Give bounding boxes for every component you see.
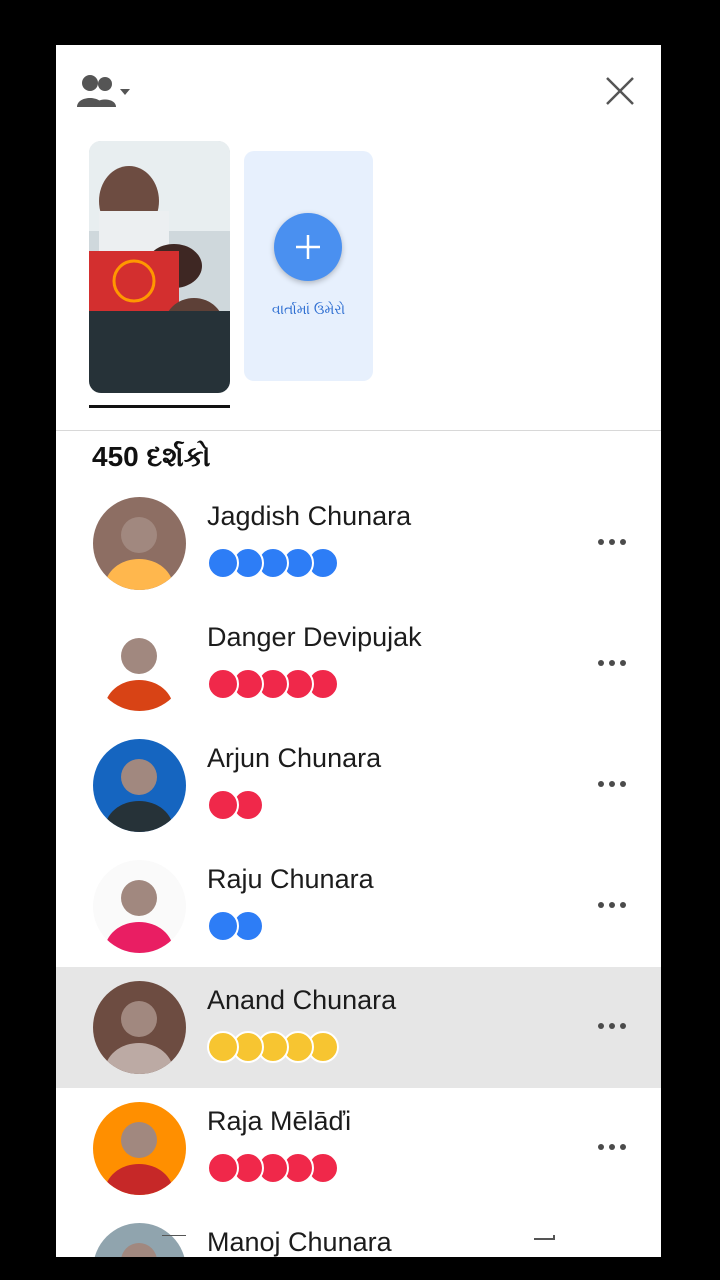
more-options-icon[interactable] xyxy=(596,1015,628,1035)
viewer-name[interactable]: Jagdish Chunara xyxy=(207,501,411,532)
add-to-story-button[interactable]: વાર્તામાં ઉમેરો xyxy=(244,151,373,381)
avatar[interactable] xyxy=(93,618,186,711)
story-photo xyxy=(89,141,230,393)
like-reaction-icon xyxy=(207,547,239,579)
viewer-name[interactable]: Anand Chunara xyxy=(207,985,396,1016)
avatar[interactable] xyxy=(93,860,186,953)
top-bar xyxy=(56,45,661,135)
avatar[interactable] xyxy=(93,739,186,832)
divider xyxy=(56,430,661,431)
viewer-name[interactable]: Arjun Chunara xyxy=(207,743,381,774)
story-thumbnail[interactable] xyxy=(89,141,230,393)
plus-icon xyxy=(296,235,320,259)
back-icon[interactable] xyxy=(534,1220,555,1240)
viewer-row[interactable]: Danger Devipujak xyxy=(56,604,661,725)
more-options-icon[interactable] xyxy=(596,1136,628,1156)
more-options-icon[interactable] xyxy=(596,894,628,914)
viewer-row[interactable]: Raju Chunara xyxy=(56,846,661,967)
viewer-list: Jagdish Chunara Danger Devipujak Arjun Chu… xyxy=(56,483,661,1257)
love-reaction-icon xyxy=(207,789,239,821)
add-circle xyxy=(274,213,342,281)
viewer-row[interactable]: Arjun Chunara xyxy=(56,725,661,846)
viewer-row[interactable]: Jagdish Chunara xyxy=(56,483,661,604)
close-button[interactable] xyxy=(600,71,640,111)
care-reaction-icon xyxy=(207,1031,239,1063)
viewer-row[interactable]: Anand Chunara xyxy=(56,967,661,1088)
people-icon xyxy=(77,75,130,107)
love-reaction-icon xyxy=(207,668,239,700)
viewer-count-heading: 450 દર્શકો xyxy=(92,441,211,472)
story-selected-indicator xyxy=(89,405,230,408)
viewer-row[interactable]: Raja Mēlāďi xyxy=(56,1088,661,1209)
add-to-story-label: વાર્તામાં ઉમેરો xyxy=(271,301,346,317)
system-nav-bar xyxy=(56,1220,661,1257)
more-options-icon[interactable] xyxy=(596,531,628,551)
viewer-name[interactable]: Danger Devipujak xyxy=(207,622,422,653)
like-reaction-icon xyxy=(207,910,239,942)
audience-selector-button[interactable] xyxy=(74,71,136,111)
viewer-name[interactable]: Raju Chunara xyxy=(207,864,374,895)
avatar[interactable] xyxy=(93,497,186,590)
close-icon xyxy=(606,77,634,105)
love-reaction-icon xyxy=(207,1152,239,1184)
more-options-icon[interactable] xyxy=(596,773,628,793)
viewer-name[interactable]: Raja Mēlāďi xyxy=(207,1106,351,1137)
avatar[interactable] xyxy=(93,981,186,1074)
avatar[interactable] xyxy=(93,1102,186,1195)
chevron-down-icon xyxy=(120,89,130,95)
more-options-icon[interactable] xyxy=(596,652,628,672)
story-viewers-sheet: વાર્તામાં ઉમેરો 450 દર્શકો Jagdish Chuna… xyxy=(56,45,661,1257)
